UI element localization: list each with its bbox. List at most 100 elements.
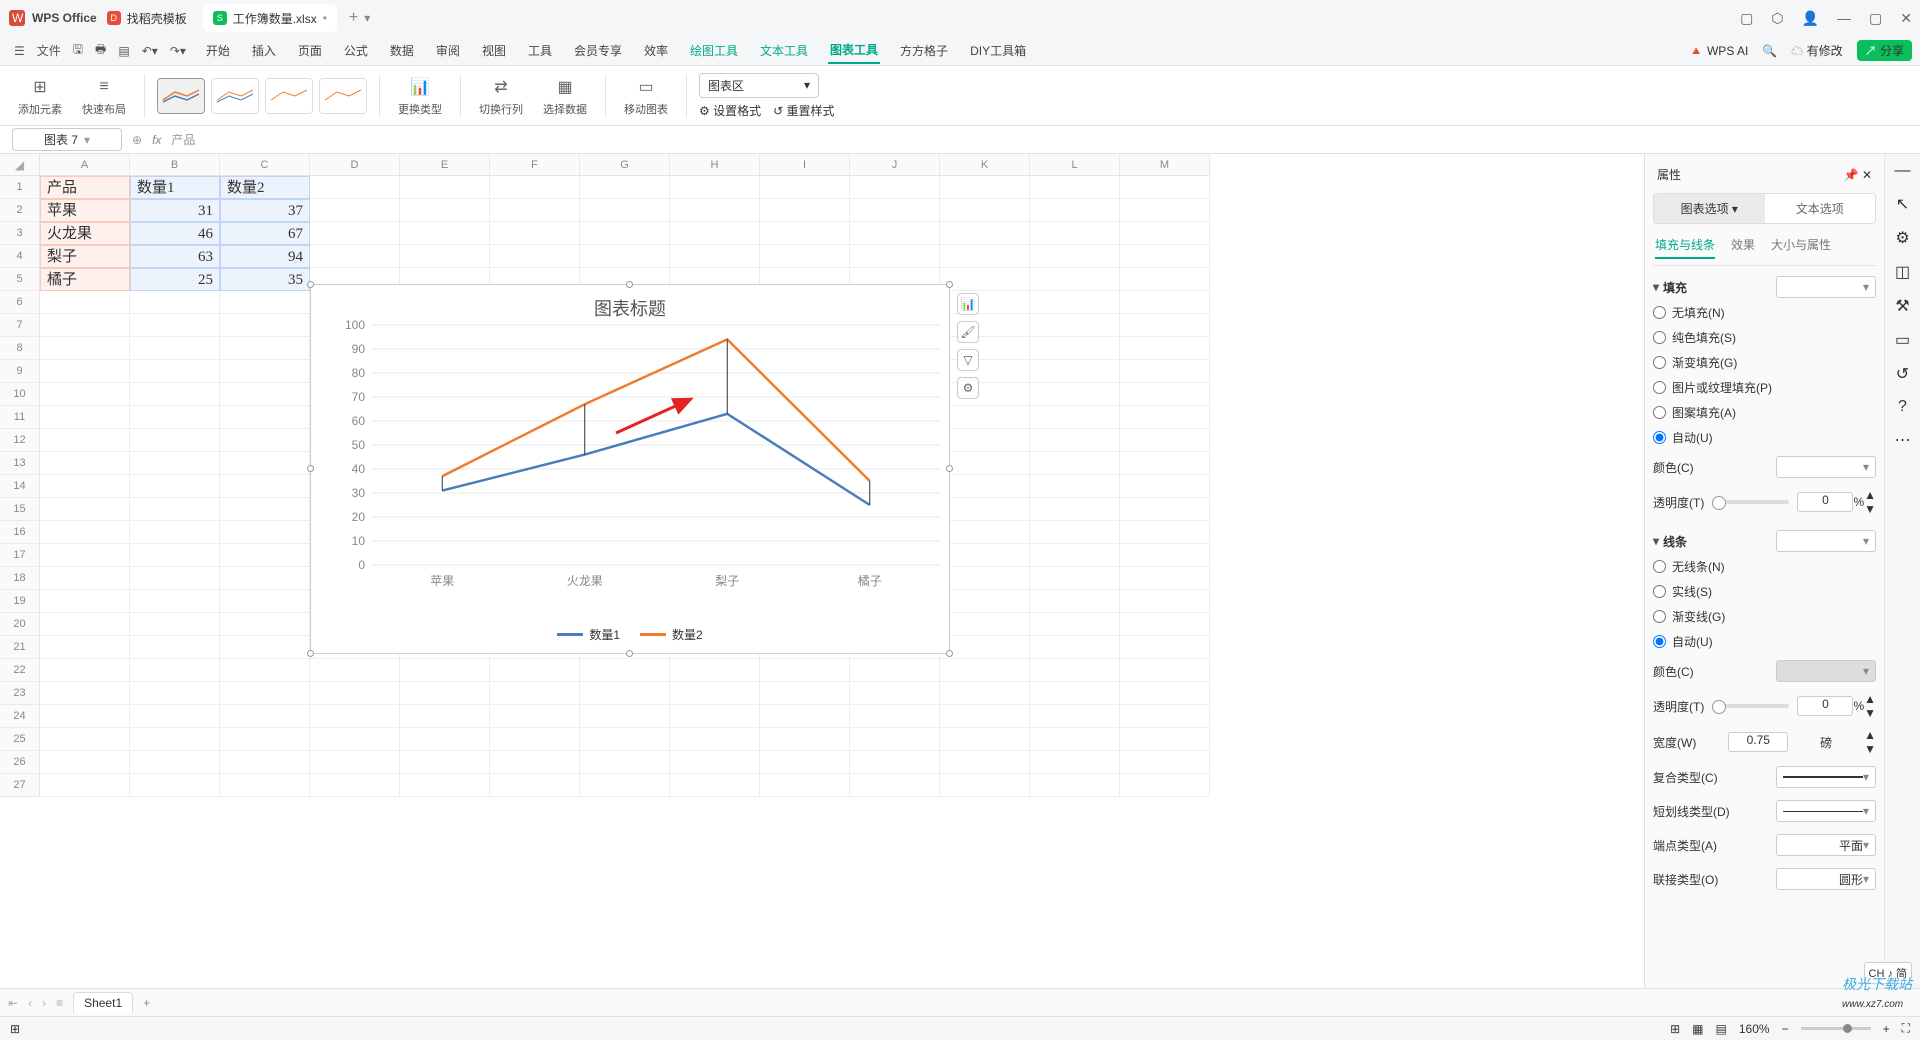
tab-text-options[interactable]: 文本选项 — [1765, 194, 1876, 223]
minimize-icon[interactable]: — — [1837, 10, 1851, 26]
fill-gradient-radio[interactable] — [1653, 356, 1666, 369]
close-icon[interactable]: ✕ — [1900, 10, 1912, 27]
history-icon[interactable]: ↺ — [1896, 364, 1909, 384]
fill-preset-select[interactable]: ▾ — [1776, 276, 1876, 298]
fill-trans-input[interactable]: 0 — [1797, 492, 1853, 512]
tab-start[interactable]: 开始 — [204, 38, 232, 63]
add-sheet-icon[interactable]: + — [143, 996, 150, 1010]
shapes-icon[interactable]: ◫ — [1895, 262, 1910, 282]
tab-efficiency[interactable]: 效率 — [642, 38, 670, 63]
forms-icon[interactable]: ▭ — [1895, 330, 1910, 350]
list-sheets-icon[interactable]: ≡ — [56, 996, 63, 1010]
dash-select[interactable]: ▾ — [1776, 800, 1876, 822]
print-icon[interactable]: 🖶 — [89, 40, 112, 61]
select-data-button[interactable]: ▦选择数据 — [537, 75, 593, 117]
file-menu[interactable]: 文件 — [31, 42, 67, 59]
quick-layout-button[interactable]: ≡快速布局 — [76, 75, 132, 117]
fill-trans-slider[interactable] — [1712, 500, 1789, 504]
line-trans-input[interactable]: 0 — [1797, 696, 1853, 716]
style-4[interactable] — [319, 78, 367, 114]
menu-icon[interactable]: ☰ — [8, 44, 31, 58]
row-headers[interactable]: 1234567891011121314151617181920212223242… — [0, 176, 40, 797]
fill-solid-radio[interactable] — [1653, 331, 1666, 344]
search-icon[interactable]: 🔍 — [1762, 44, 1777, 58]
cap-select[interactable]: 平面 ▾ — [1776, 834, 1876, 856]
add-element-button[interactable]: ⊞添加元素 — [12, 75, 68, 117]
chart-legend[interactable]: 数量1 数量2 — [311, 626, 949, 643]
column-headers[interactable]: ABCDEFGHIJKLM — [40, 154, 1210, 176]
pin-icon[interactable]: 📌 — [1844, 168, 1859, 182]
tab-charttools[interactable]: 图表工具 — [828, 37, 880, 64]
share-button[interactable]: ↗ 分享 — [1857, 40, 1912, 61]
tab-fangfang[interactable]: 方方格子 — [898, 38, 950, 63]
line-trans-slider[interactable] — [1712, 704, 1789, 708]
compound-select[interactable]: ▾ — [1776, 766, 1876, 788]
line-section-header[interactable]: ▾ 线条 — [1653, 529, 1687, 554]
tab-chart-options[interactable]: 图表选项 ▾ — [1654, 194, 1765, 223]
tab-data[interactable]: 数据 — [388, 38, 416, 63]
cursor-icon[interactable]: ↖ — [1896, 194, 1909, 214]
chart-elements-icon[interactable]: 📊 — [957, 293, 979, 315]
tab-diy[interactable]: DIY工具箱 — [968, 38, 1028, 63]
save-icon[interactable]: 🖫 — [67, 40, 89, 61]
tab-menu-icon[interactable]: ▾ — [364, 11, 370, 25]
tab-page[interactable]: 页面 — [296, 38, 324, 63]
fill-none-radio[interactable] — [1653, 306, 1666, 319]
tab-drawtools[interactable]: 绘图工具 — [688, 38, 740, 63]
tab-review[interactable]: 审阅 — [434, 38, 462, 63]
maximize-icon[interactable]: ▢ — [1869, 10, 1882, 27]
settings-icon[interactable]: ⚙ — [1895, 228, 1909, 248]
tab-insert[interactable]: 插入 — [250, 38, 278, 63]
formula-content[interactable]: 产品 — [171, 131, 195, 148]
add-tab-button[interactable]: + — [349, 9, 358, 27]
wpsai-button[interactable]: 🔺 WPS AI — [1689, 44, 1749, 58]
style-3[interactable] — [265, 78, 313, 114]
tab-view[interactable]: 视图 — [480, 38, 508, 63]
style-2[interactable] — [211, 78, 259, 114]
subtab-effects[interactable]: 效果 — [1731, 236, 1755, 259]
tab-tools[interactable]: 工具 — [526, 38, 554, 63]
tab-texttools[interactable]: 文本工具 — [758, 38, 810, 63]
name-box[interactable]: 图表 7▾ — [12, 128, 122, 151]
tab-formula[interactable]: 公式 — [342, 38, 370, 63]
fullscreen-icon[interactable]: ⛶ — [1902, 1021, 1910, 1036]
view-page-icon[interactable]: ▦ — [1692, 1022, 1703, 1036]
line-preset-select[interactable]: ▾ — [1776, 530, 1876, 552]
line-solid-radio[interactable] — [1653, 585, 1666, 598]
help-icon[interactable]: ? — [1898, 398, 1907, 416]
next-sheet-icon[interactable]: › — [42, 996, 46, 1010]
prev-sheet-icon[interactable]: ‹ — [28, 996, 32, 1010]
modify-status[interactable]: ☁ 有修改 — [1791, 42, 1842, 59]
chart-style-icon[interactable]: 🖌 — [957, 321, 979, 343]
set-format-button[interactable]: ⚙ 设置格式 — [699, 102, 761, 119]
preview-icon[interactable]: ▤ — [112, 44, 135, 58]
select-all-corner[interactable]: ◢ — [0, 154, 40, 176]
avatar-icon[interactable]: 👤 — [1802, 10, 1819, 27]
cube-icon[interactable]: ⬡ — [1771, 10, 1783, 27]
fx-label[interactable]: fx — [152, 133, 161, 147]
line-color-select[interactable]: ▾ — [1776, 660, 1876, 682]
chart-object[interactable]: 图表标题 0102030405060708090100苹果火龙果梨子橘子 数量1… — [310, 284, 950, 654]
redo-icon[interactable]: ↷▾ — [164, 44, 192, 58]
line-none-radio[interactable] — [1653, 560, 1666, 573]
spreadsheet-area[interactable]: ◢ ABCDEFGHIJKLM 123456789101112131415161… — [0, 154, 1644, 988]
subtab-size-props[interactable]: 大小与属性 — [1771, 236, 1831, 259]
view-break-icon[interactable]: ▤ — [1716, 1022, 1727, 1036]
plot-area[interactable]: 0102030405060708090100苹果火龙果梨子橘子 — [341, 325, 929, 593]
line-width-input[interactable]: 0.75 — [1728, 732, 1788, 752]
close-panel-icon[interactable]: ✕ — [1862, 168, 1872, 182]
fill-picture-radio[interactable] — [1653, 381, 1666, 394]
line-auto-radio[interactable] — [1653, 635, 1666, 648]
window-app-icon[interactable]: ▢ — [1740, 10, 1753, 27]
tab-workbook[interactable]: S 工作簿数量.xlsx • — [203, 4, 337, 32]
first-sheet-icon[interactable]: ⇤ — [8, 996, 18, 1010]
chart-element-select[interactable]: 图表区▾ — [699, 73, 819, 98]
zoom-out-icon[interactable]: − — [1782, 1022, 1789, 1036]
zoom-level[interactable]: 160% — [1739, 1022, 1770, 1036]
collapse-icon[interactable]: — — [1895, 162, 1911, 180]
zoom-in-icon[interactable]: + — [1883, 1022, 1890, 1036]
fill-pattern-radio[interactable] — [1653, 406, 1666, 419]
zoom-slider[interactable] — [1801, 1027, 1871, 1030]
switch-rowcol-button[interactable]: ⇄切换行列 — [473, 75, 529, 117]
fill-color-select[interactable]: ▾ — [1776, 456, 1876, 478]
